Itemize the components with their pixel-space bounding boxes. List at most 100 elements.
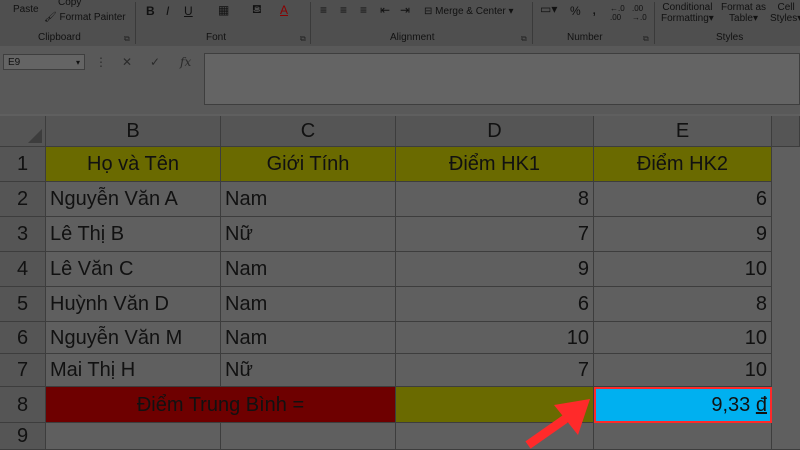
chevron-down-icon: ▾	[708, 13, 714, 24]
cell-hk2[interactable]: 8	[594, 287, 772, 322]
format-painter-button[interactable]: 🖌 Format Painter	[44, 12, 126, 23]
cell-gender[interactable]: Nam	[221, 252, 396, 287]
clipboard-launcher-icon[interactable]: ⧉	[124, 34, 130, 44]
cell-gender[interactable]: Nam	[221, 182, 396, 217]
column-header-f[interactable]	[772, 116, 800, 147]
cell-c9[interactable]	[221, 423, 396, 450]
header-cell-name[interactable]: Họ và Tên	[46, 147, 221, 182]
name-box-value: E9	[8, 57, 21, 68]
styles-group-label: Styles	[716, 32, 744, 43]
cell-gender[interactable]: Nam	[221, 322, 396, 354]
paste-button[interactable]: Paste	[13, 4, 39, 15]
merge-center-label: Merge & Center	[435, 6, 506, 17]
enter-icon[interactable]: ✓	[150, 55, 160, 69]
conditional-formatting-button[interactable]: Conditional Formatting▾	[661, 2, 714, 24]
merge-icon: ⊟	[424, 6, 433, 17]
average-label-cell[interactable]: Điểm Trung Bình =	[46, 387, 396, 423]
cell-hk1[interactable]: 10	[396, 322, 594, 354]
row-header[interactable]: 5	[0, 287, 46, 322]
insert-function-icon[interactable]: fx	[180, 55, 191, 69]
clipboard-group-label: Clipboard	[38, 32, 81, 43]
format-painter-label: Format Painter	[59, 12, 126, 23]
format-as-table-label-2: Table	[729, 13, 753, 24]
percent-button[interactable]: %	[570, 4, 581, 18]
cell-name[interactable]: Lê Thị B	[46, 217, 221, 252]
cell-hk2[interactable]: 10	[594, 322, 772, 354]
header-cell-hk1[interactable]: Điểm HK1	[396, 147, 594, 182]
format-as-table-label-1: Format as	[721, 2, 767, 13]
cell-hk1[interactable]: 9	[396, 252, 594, 287]
ribbon-divider	[532, 2, 533, 44]
merge-center-button[interactable]: ⊟ Merge & Center ▾	[424, 6, 514, 17]
cell-name[interactable]: Mai Thị H	[46, 354, 221, 387]
cell-styles-button[interactable]: Cell Styles▾	[770, 2, 800, 24]
cell-styles-label-2: Styles	[770, 13, 798, 24]
header-cell-gender[interactable]: Giới Tính	[221, 147, 396, 182]
column-header-d[interactable]: D	[396, 116, 594, 147]
splitter-icon: ⋮	[95, 55, 107, 69]
align-right-icon[interactable]: ≡	[360, 3, 367, 17]
cell-b9[interactable]	[46, 423, 221, 450]
underline-button[interactable]: U	[184, 4, 193, 18]
copy-button[interactable]: Copy	[58, 0, 81, 8]
comma-button[interactable]: ,	[592, 1, 596, 19]
average-result-cell[interactable]: 9,33 đ	[594, 387, 772, 423]
column-header-c[interactable]: C	[221, 116, 396, 147]
arrow-annotation-icon	[525, 399, 590, 449]
format-as-table-button[interactable]: Format as Table▾	[721, 2, 766, 24]
brush-icon: 🖌	[44, 12, 57, 23]
fill-color-icon[interactable]: ⛾	[252, 2, 262, 18]
cell-hk1[interactable]: 8	[396, 182, 594, 217]
accounting-format-icon[interactable]: ▭▾	[540, 2, 557, 16]
number-launcher-icon[interactable]: ⧉	[643, 34, 649, 44]
cell-hk2[interactable]: 10	[594, 354, 772, 387]
cell-name[interactable]: Nguyễn Văn A	[46, 182, 221, 217]
cell-styles-label-1: Cell	[777, 2, 795, 13]
cell-hk2[interactable]: 6	[594, 182, 772, 217]
row-header[interactable]: 4	[0, 252, 46, 287]
cell-hk1[interactable]: 7	[396, 217, 594, 252]
align-center-icon[interactable]: ≡	[340, 3, 347, 17]
row-header[interactable]: 6	[0, 322, 46, 354]
bold-button[interactable]: B	[146, 4, 155, 18]
increase-indent-icon[interactable]: ⇥	[400, 3, 410, 17]
cell-gender[interactable]: Nam	[221, 287, 396, 322]
borders-icon[interactable]: ▦	[218, 3, 229, 17]
align-left-icon[interactable]: ≡	[320, 3, 327, 17]
cell-gender[interactable]: Nữ	[221, 354, 396, 387]
row-header[interactable]: 9	[0, 423, 46, 450]
cell-name[interactable]: Huỳnh Văn D	[46, 287, 221, 322]
cell-hk1[interactable]: 7	[396, 354, 594, 387]
formula-input[interactable]	[204, 53, 800, 105]
cell-name[interactable]: Nguyễn Văn M	[46, 322, 221, 354]
cell-hk2[interactable]: 10	[594, 252, 772, 287]
row-header[interactable]: 2	[0, 182, 46, 217]
font-group-label: Font	[206, 32, 227, 43]
row-header[interactable]: 7	[0, 354, 46, 387]
cell-e9[interactable]	[594, 423, 772, 450]
cancel-icon[interactable]: ✕	[122, 55, 132, 69]
italic-button[interactable]: I	[166, 4, 169, 18]
select-all-corner[interactable]	[0, 116, 46, 147]
alignment-launcher-icon[interactable]: ⧉	[521, 34, 527, 44]
decrease-indent-icon[interactable]: ⇤	[380, 3, 390, 17]
row-header[interactable]: 1	[0, 147, 46, 182]
cell-hk2[interactable]: 9	[594, 217, 772, 252]
column-header-e[interactable]: E	[594, 116, 772, 147]
column-header-b[interactable]: B	[46, 116, 221, 147]
cell-name[interactable]: Lê Văn C	[46, 252, 221, 287]
font-color-button[interactable]: A	[280, 3, 288, 17]
name-box[interactable]: E9 ▾	[3, 54, 85, 70]
font-launcher-icon[interactable]: ⧉	[300, 34, 306, 44]
decrease-decimal-icon[interactable]: .00 →.0	[632, 4, 647, 22]
header-cell-hk2[interactable]: Điểm HK2	[594, 147, 772, 182]
row-header[interactable]: 8	[0, 387, 46, 423]
increase-decimal-icon[interactable]: ←.0.00	[610, 4, 625, 22]
alignment-group-label: Alignment	[390, 32, 435, 43]
column-f-cells[interactable]	[772, 147, 800, 450]
row-header[interactable]: 3	[0, 217, 46, 252]
ribbon-divider	[135, 2, 136, 44]
number-group-label: Number	[567, 32, 603, 43]
cell-hk1[interactable]: 6	[396, 287, 594, 322]
cell-gender[interactable]: Nữ	[221, 217, 396, 252]
